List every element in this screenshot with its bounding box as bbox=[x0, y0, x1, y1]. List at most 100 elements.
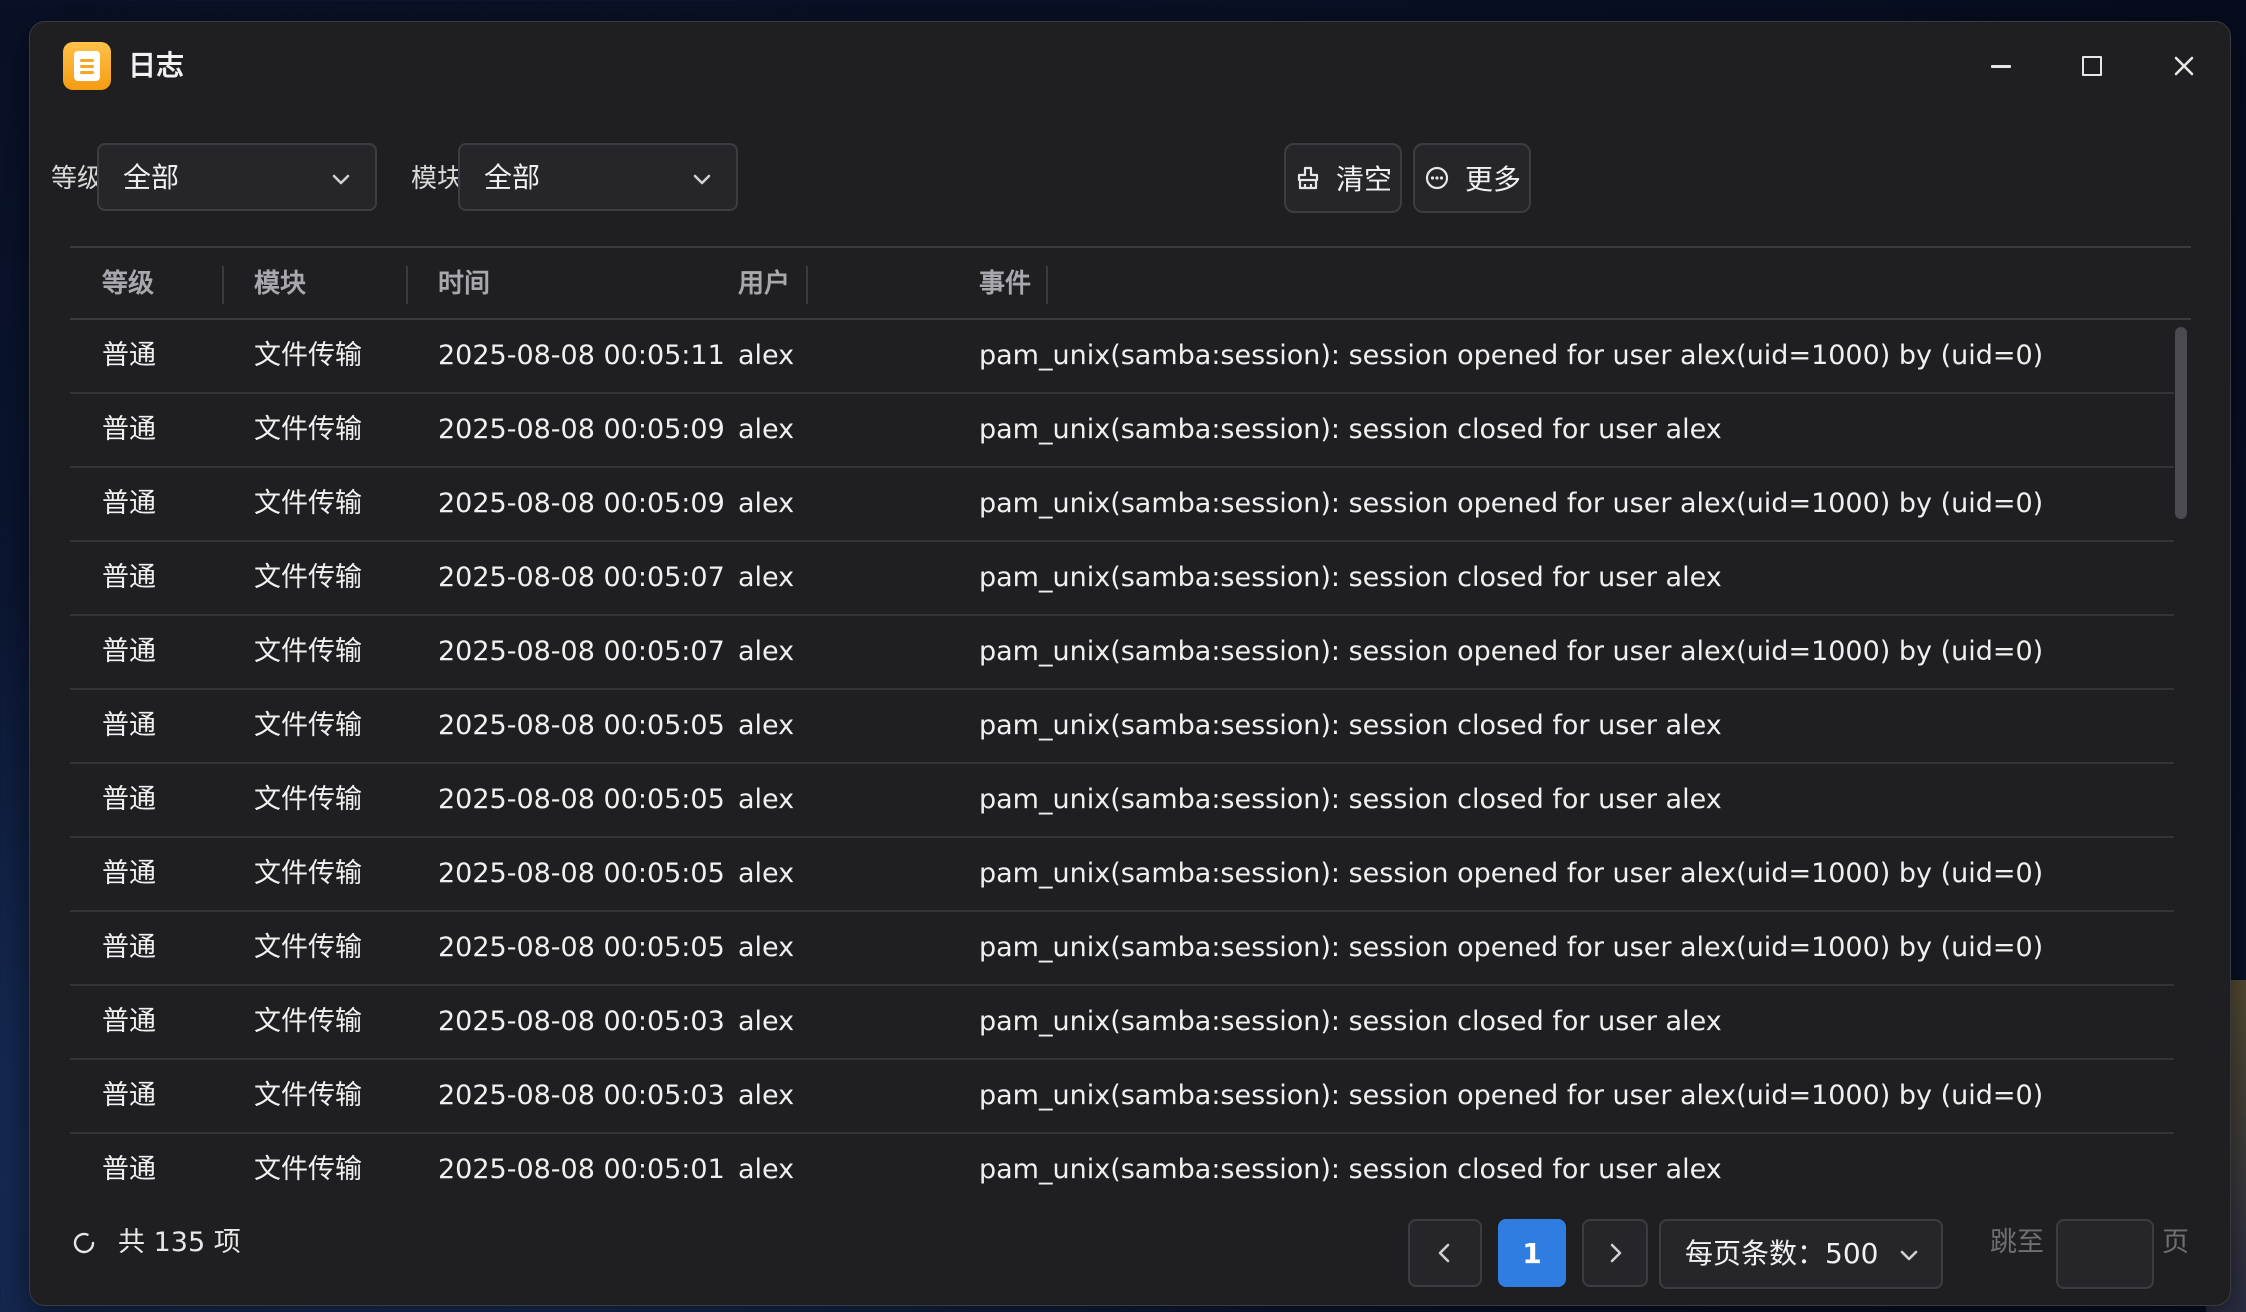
cell-level: 普通 bbox=[102, 562, 156, 593]
cell-level: 普通 bbox=[102, 858, 156, 889]
cell-level: 普通 bbox=[102, 1154, 156, 1185]
cell-module: 文件传输 bbox=[254, 562, 362, 593]
cell-event: pam_unix(samba:session): session closed … bbox=[979, 414, 1722, 445]
maximize-icon bbox=[2082, 56, 2102, 76]
column-divider[interactable] bbox=[406, 266, 408, 304]
table-header: 等级 模块 时间 用户 事件 bbox=[70, 246, 2191, 320]
cell-module: 文件传输 bbox=[254, 1006, 362, 1037]
cell-user: alex bbox=[738, 1080, 795, 1111]
maximize-button[interactable] bbox=[2070, 44, 2114, 88]
table-row[interactable]: 普通 文件传输 2025-08-08 00:05:05 alex pam_uni… bbox=[70, 764, 2174, 838]
cell-module: 文件传输 bbox=[254, 340, 362, 371]
cell-event: pam_unix(samba:session): session opened … bbox=[979, 1080, 2044, 1111]
chevron-down-icon bbox=[693, 174, 711, 185]
log-app-icon bbox=[63, 42, 111, 90]
cell-event: pam_unix(samba:session): session opened … bbox=[979, 488, 2044, 519]
minimize-button[interactable] bbox=[1979, 44, 2023, 88]
clear-button[interactable]: 清空 bbox=[1284, 143, 1402, 213]
table-row[interactable]: 普通 文件传输 2025-08-08 00:05:07 alex pam_uni… bbox=[70, 616, 2174, 690]
cell-event: pam_unix(samba:session): session closed … bbox=[979, 710, 1722, 741]
header-level[interactable]: 等级 bbox=[102, 266, 154, 302]
page-number-current[interactable]: 1 bbox=[1498, 1219, 1566, 1287]
cell-time: 2025-08-08 00:05:05 bbox=[438, 784, 725, 815]
cell-module: 文件传输 bbox=[254, 932, 362, 963]
table-row[interactable]: 普通 文件传输 2025-08-08 00:05:09 alex pam_uni… bbox=[70, 468, 2174, 542]
column-divider[interactable] bbox=[1046, 266, 1048, 304]
cell-event: pam_unix(samba:session): session opened … bbox=[979, 636, 2044, 667]
table-scrollbar[interactable] bbox=[2175, 327, 2187, 519]
column-divider[interactable] bbox=[222, 266, 224, 304]
log-table: 等级 模块 时间 用户 事件 普通 文件传输 2025-08-08 00:05:… bbox=[70, 246, 2191, 1186]
table-row[interactable]: 普通 文件传输 2025-08-08 00:05:03 alex pam_uni… bbox=[70, 1060, 2174, 1134]
jump-to-label: 跳至 bbox=[1990, 1227, 2044, 1258]
refresh-icon[interactable] bbox=[70, 1229, 98, 1257]
cell-user: alex bbox=[738, 488, 795, 519]
cell-module: 文件传输 bbox=[254, 1154, 362, 1185]
cell-time: 2025-08-08 00:05:05 bbox=[438, 710, 725, 741]
table-row[interactable]: 普通 文件传输 2025-08-08 00:05:03 alex pam_uni… bbox=[70, 986, 2174, 1060]
cell-time: 2025-08-08 00:05:01 bbox=[438, 1154, 725, 1185]
table-row[interactable]: 普通 文件传输 2025-08-08 00:05:09 alex pam_uni… bbox=[70, 394, 2174, 468]
cell-time: 2025-08-08 00:05:05 bbox=[438, 858, 725, 889]
cell-module: 文件传输 bbox=[254, 1080, 362, 1111]
header-module[interactable]: 模块 bbox=[254, 266, 306, 302]
cell-user: alex bbox=[738, 414, 795, 445]
title-bar[interactable]: 日志 bbox=[30, 22, 2230, 110]
cell-user: alex bbox=[738, 1006, 795, 1037]
cell-time: 2025-08-08 00:05:09 bbox=[438, 488, 725, 519]
header-event[interactable]: 事件 bbox=[979, 266, 1031, 302]
table-row[interactable]: 普通 文件传输 2025-08-08 00:05:05 alex pam_uni… bbox=[70, 690, 2174, 764]
cell-event: pam_unix(samba:session): session opened … bbox=[979, 340, 2044, 371]
cell-user: alex bbox=[738, 340, 795, 371]
column-divider[interactable] bbox=[806, 266, 808, 304]
more-button-label: 更多 bbox=[1464, 163, 1521, 196]
header-user[interactable]: 用户 bbox=[738, 266, 790, 302]
more-button[interactable]: 更多 bbox=[1413, 143, 1531, 213]
cell-level: 普通 bbox=[102, 636, 156, 667]
cell-module: 文件传输 bbox=[254, 488, 362, 519]
close-icon bbox=[2174, 56, 2194, 76]
cell-time: 2025-08-08 00:05:07 bbox=[438, 562, 725, 593]
module-filter-select[interactable]: 全部 bbox=[458, 143, 738, 211]
clear-button-label: 清空 bbox=[1335, 163, 1392, 196]
next-page-button[interactable] bbox=[1582, 1219, 1648, 1287]
table-row[interactable]: 普通 文件传输 2025-08-08 00:05:11 alex pam_uni… bbox=[70, 320, 2174, 394]
cell-module: 文件传输 bbox=[254, 710, 362, 741]
chevron-right-icon bbox=[1610, 1243, 1622, 1263]
window-title: 日志 bbox=[128, 49, 185, 82]
level-filter-value: 全部 bbox=[123, 161, 180, 194]
table-row[interactable]: 普通 文件传输 2025-08-08 00:05:07 alex pam_uni… bbox=[70, 542, 2174, 616]
total-count: 共 135 项 bbox=[118, 1227, 241, 1258]
chevron-left-icon bbox=[1438, 1243, 1450, 1263]
prev-page-button[interactable] bbox=[1408, 1219, 1482, 1287]
level-filter-select[interactable]: 全部 bbox=[97, 143, 377, 211]
table-row[interactable]: 普通 文件传输 2025-08-08 00:05:05 alex pam_uni… bbox=[70, 912, 2174, 986]
cell-time: 2025-08-08 00:05:03 bbox=[438, 1006, 725, 1037]
chevron-down-icon bbox=[1900, 1250, 1918, 1261]
cell-user: alex bbox=[738, 858, 795, 889]
cell-event: pam_unix(samba:session): session closed … bbox=[979, 562, 1722, 593]
cell-level: 普通 bbox=[102, 340, 156, 371]
table-row[interactable]: 普通 文件传输 2025-08-08 00:05:01 alex pam_uni… bbox=[70, 1134, 2174, 1186]
level-filter-label: 等级 bbox=[51, 164, 104, 194]
cell-level: 普通 bbox=[102, 710, 156, 741]
jump-page-input[interactable] bbox=[2056, 1219, 2154, 1289]
chevron-down-icon bbox=[332, 174, 350, 185]
more-icon bbox=[1425, 166, 1449, 190]
cell-user: alex bbox=[738, 1154, 795, 1185]
close-button[interactable] bbox=[2162, 44, 2206, 88]
header-time[interactable]: 时间 bbox=[438, 266, 490, 302]
cell-level: 普通 bbox=[102, 488, 156, 519]
cell-module: 文件传输 bbox=[254, 414, 362, 445]
cell-module: 文件传输 bbox=[254, 858, 362, 889]
cell-level: 普通 bbox=[102, 932, 156, 963]
cell-event: pam_unix(samba:session): session closed … bbox=[979, 1154, 1722, 1185]
table-row[interactable]: 普通 文件传输 2025-08-08 00:05:05 alex pam_uni… bbox=[70, 838, 2174, 912]
cell-level: 普通 bbox=[102, 784, 156, 815]
cell-module: 文件传输 bbox=[254, 636, 362, 667]
cell-module: 文件传输 bbox=[254, 784, 362, 815]
page-size-select[interactable]: 每页条数：500 bbox=[1659, 1219, 1943, 1289]
cell-event: pam_unix(samba:session): session closed … bbox=[979, 784, 1722, 815]
cell-time: 2025-08-08 00:05:09 bbox=[438, 414, 725, 445]
cell-level: 普通 bbox=[102, 414, 156, 445]
